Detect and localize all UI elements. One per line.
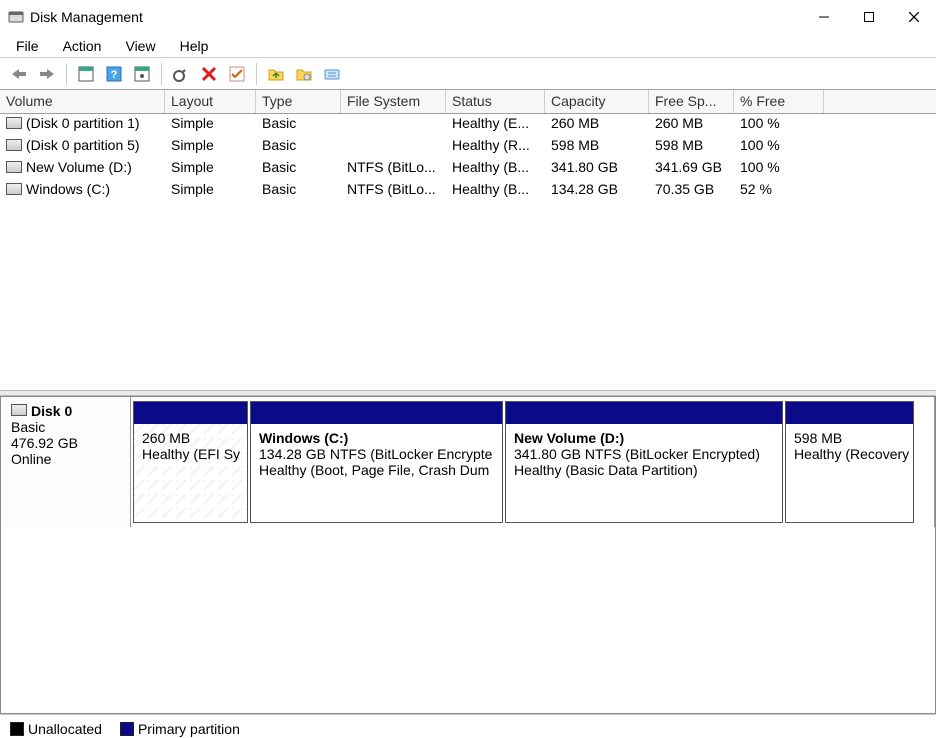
partition-bar [506, 402, 782, 424]
partition-title: New Volume (D:) [514, 430, 774, 446]
drive-properties-icon[interactable] [321, 63, 343, 85]
delete-icon[interactable] [198, 63, 220, 85]
show-list-icon[interactable] [75, 63, 97, 85]
volume-icon [6, 139, 22, 151]
disk-status: Online [11, 451, 120, 467]
disk-row: Disk 0 Basic 476.92 GB Online 260 MBHeal… [1, 397, 935, 527]
folder-up-icon[interactable] [265, 63, 287, 85]
volume-row[interactable]: (Disk 0 partition 1)SimpleBasicHealthy (… [0, 114, 936, 136]
minimize-button[interactable] [801, 2, 846, 32]
partition-info: Windows (C:)134.28 GB NTFS (BitLocker En… [251, 424, 502, 522]
check-icon[interactable] [226, 63, 248, 85]
partition-size: 341.80 GB NTFS (BitLocker Encrypted) [514, 446, 774, 462]
disk-graphical-view[interactable]: Disk 0 Basic 476.92 GB Online 260 MBHeal… [0, 396, 936, 714]
settings-list-icon[interactable] [131, 63, 153, 85]
disk-type: Basic [11, 419, 120, 435]
partition-status: Healthy (Recovery [794, 446, 905, 462]
menu-help[interactable]: Help [170, 36, 219, 56]
legend-unallocated: Unallocated [10, 720, 102, 737]
disk-header[interactable]: Disk 0 Basic 476.92 GB Online [1, 397, 131, 527]
refresh-icon[interactable] [170, 63, 192, 85]
primary-swatch [120, 722, 134, 736]
partition-status: Healthy (Basic Data Partition) [514, 462, 774, 478]
partition-bar [786, 402, 913, 424]
partition[interactable]: New Volume (D:)341.80 GB NTFS (BitLocker… [505, 401, 783, 523]
col-capacity[interactable]: Capacity [545, 90, 649, 113]
disk-icon [11, 404, 27, 416]
partition-bar [134, 402, 247, 424]
partition[interactable]: 260 MBHealthy (EFI Sy [133, 401, 248, 523]
toolbar-separator [66, 63, 67, 85]
col-type[interactable]: Type [256, 90, 341, 113]
menu-file[interactable]: File [6, 36, 49, 56]
volume-icon [6, 117, 22, 129]
partition-info: New Volume (D:)341.80 GB NTFS (BitLocker… [506, 424, 782, 522]
col-status[interactable]: Status [446, 90, 545, 113]
disk-size: 476.92 GB [11, 435, 120, 451]
svg-text:?: ? [111, 69, 118, 81]
toolbar-separator [256, 63, 257, 85]
unallocated-swatch [10, 722, 24, 736]
volume-row[interactable]: (Disk 0 partition 5)SimpleBasicHealthy (… [0, 136, 936, 158]
menu-view[interactable]: View [115, 36, 165, 56]
toolbar: ? [0, 58, 936, 90]
window-controls [801, 2, 936, 32]
partition-info: 598 MBHealthy (Recovery [786, 424, 913, 522]
back-button[interactable] [8, 63, 30, 85]
volume-icon [6, 183, 22, 195]
col-freespace[interactable]: Free Sp... [649, 90, 734, 113]
volume-icon [6, 161, 22, 173]
partition-size: 598 MB [794, 430, 905, 446]
partition[interactable]: Windows (C:)134.28 GB NTFS (BitLocker En… [250, 401, 503, 523]
window-title: Disk Management [30, 9, 801, 25]
partition-status: Healthy (EFI Sy [142, 446, 239, 462]
partition-info: 260 MBHealthy (EFI Sy [134, 424, 247, 522]
partition-size: 260 MB [142, 430, 239, 446]
col-filesystem[interactable]: File System [341, 90, 446, 113]
volume-row[interactable]: New Volume (D:)SimpleBasicNTFS (BitLo...… [0, 158, 936, 180]
titlebar: Disk Management [0, 0, 936, 34]
disk-partitions: 260 MBHealthy (EFI SyWindows (C:)134.28 … [131, 397, 935, 527]
column-headers: Volume Layout Type File System Status Ca… [0, 90, 936, 114]
col-layout[interactable]: Layout [165, 90, 256, 113]
partition[interactable]: 598 MBHealthy (Recovery [785, 401, 914, 523]
partition-title: Windows (C:) [259, 430, 494, 446]
forward-button[interactable] [36, 63, 58, 85]
volume-name: (Disk 0 partition 5) [0, 136, 165, 158]
menubar: File Action View Help [0, 34, 936, 58]
volume-name: New Volume (D:) [0, 158, 165, 180]
partition-status: Healthy (Boot, Page File, Crash Dum [259, 462, 494, 478]
volume-row[interactable]: Windows (C:)SimpleBasicNTFS (BitLo...Hea… [0, 180, 936, 202]
maximize-button[interactable] [846, 2, 891, 32]
partition-size: 134.28 GB NTFS (BitLocker Encrypte [259, 446, 494, 462]
volume-name: Windows (C:) [0, 180, 165, 202]
close-button[interactable] [891, 2, 936, 32]
volume-list[interactable]: Volume Layout Type File System Status Ca… [0, 90, 936, 390]
toolbar-separator [161, 63, 162, 85]
help-icon[interactable]: ? [103, 63, 125, 85]
volume-name: (Disk 0 partition 1) [0, 114, 165, 136]
folder-settings-icon[interactable] [293, 63, 315, 85]
app-icon [8, 9, 24, 25]
partition-bar [251, 402, 502, 424]
col-pctfree[interactable]: % Free [734, 90, 824, 113]
legend-primary: Primary partition [120, 720, 240, 737]
legend: Unallocated Primary partition [0, 714, 936, 738]
disk-label: Disk 0 [31, 403, 72, 419]
menu-action[interactable]: Action [53, 36, 112, 56]
col-volume[interactable]: Volume [0, 90, 165, 113]
